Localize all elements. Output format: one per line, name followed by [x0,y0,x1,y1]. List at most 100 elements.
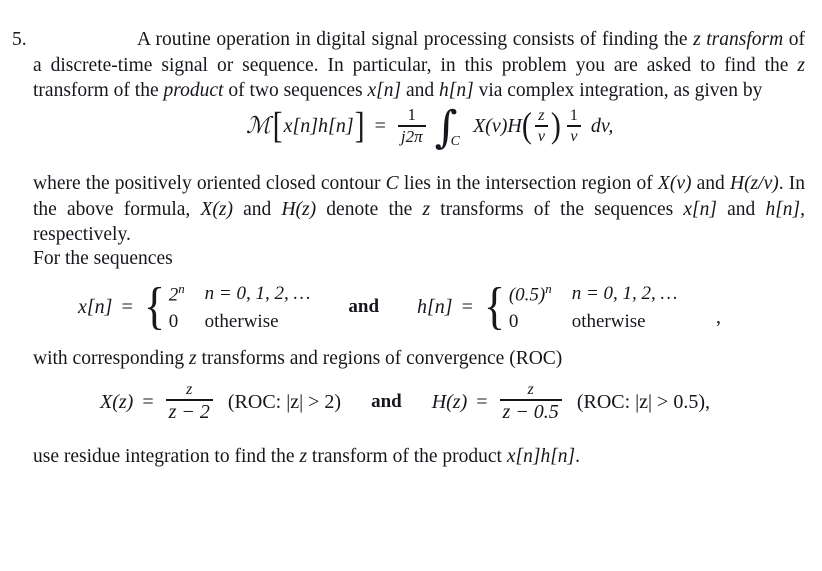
h-arg-denominator: v [537,127,545,145]
closing-part2: transform of the product [307,446,507,467]
intro-h-n: h[n] [439,80,474,101]
where-z: z [422,198,431,220]
intro-x-n: x[n] [367,80,402,101]
tail-fraction: 1 v [566,107,581,145]
contour-integral: ∫ C [435,106,467,150]
tail-numerator: 1 [569,107,578,125]
transform-expressions: X(z) = z z − 2 (ROC: |z| > 2) and H(z) =… [100,381,710,423]
where-H-of-z-over-v: H(z/v) [729,173,779,194]
intro-text-part3: transform of the [33,80,164,101]
coefficient-denominator: j2π [400,126,423,146]
X-denominator: z − 2 [168,400,210,423]
where-x-n: x[n] [683,198,717,220]
sequences-trailing-comma: , [716,306,721,328]
with-corresponding-label: with corresponding z transforms and regi… [33,346,593,372]
where-X-of-v: X(v) [657,173,692,194]
with-part1: with corresponding [33,348,189,369]
and-separator-sequences: and [348,296,380,318]
intro-text-part6: via complex integration, as given by [473,80,763,101]
h-argument-fraction: z v [534,107,548,145]
where-X-of-z: X(z) [200,198,233,220]
sequence-definitions: x[n] = { 2n n = 0, 1, 2, … 0 otherwise a… [78,281,677,333]
intro-text-part5: and [401,80,440,101]
for-sequences-label: For the sequences [33,248,173,269]
main-equation: ℳ [ x[n]h[n] ] = 1 j2π ∫ C X(v) H ( z v … [246,104,614,150]
x-case1-condition: n = 0, 1, 2, … [204,282,311,304]
x-case2-value: 0 [168,311,179,333]
intro-paragraph: A routine operation in digital signal pr… [33,27,805,104]
intro-text-part4: of two sequences [223,80,368,101]
X-of-z-label: X(z) [100,390,134,413]
intro-text-part1: A routine operation in digital signal pr… [137,29,694,50]
where-part3: and [691,173,730,194]
X-roc: (ROC: |z| > 2) [227,390,342,413]
intro-z-second: z [797,54,805,76]
x-case1-value: 2n [168,281,185,306]
script-z-operator: ℳ [246,113,271,140]
coefficient-numerator: 1 [407,105,417,124]
x-n-label: x[n] [78,295,113,318]
closing-z: z [299,446,308,467]
H-roc: (ROC: |z| > 0.5), [576,390,710,413]
h-n-cases: (0.5)n n = 0, 1, 2, … 0 otherwise [509,281,678,333]
where-part1: where the positively oriented closed con… [33,173,386,194]
coefficient-fraction: 1 j2π [397,105,426,146]
intro-z-italic: z [693,29,701,50]
h-case1-condition: n = 0, 1, 2, … [571,282,678,304]
where-part7: transforms of the sequences [430,198,684,220]
where-paragraph: where the positively oriented closed con… [33,171,805,248]
right-paren-big: ) [550,105,561,146]
intro-transform-italic: transform [706,29,784,50]
equals-sign: = [461,295,473,318]
equals-sign: = [142,390,154,413]
operand-xh: x[n]h[n] [283,114,354,137]
where-part8: and [716,198,766,220]
factor-X-of-v: X(v) [472,114,508,137]
contour-subscript: C [450,133,460,149]
h-case2-condition: otherwise [571,311,646,333]
closing-xh: x[n]h[n] [506,446,576,467]
right-bracket: ] [354,104,365,147]
H-denominator: z − 0.5 [502,400,559,423]
h-case1-value: (0.5)n [508,281,552,306]
closing-paragraph: use residue integration to find the z tr… [33,444,633,470]
left-bracket: [ [272,104,283,147]
X-numerator: z [186,381,193,398]
where-part6: denote the [316,198,423,220]
equals-sign: = [374,114,386,137]
where-contour-C: C [385,173,399,194]
tail-denominator: v [570,127,578,145]
document-page: 5. A routine operation in digital signal… [0,0,822,571]
x-n-piecewise: { 2n n = 0, 1, 2, … 0 otherwise [142,281,311,333]
with-z: z [188,348,197,369]
H-numerator: z [527,381,534,398]
with-part2: transforms and regions of convergence (R… [196,348,563,369]
factor-H: H [507,114,522,137]
problem-number: 5. [12,29,27,50]
h-arg-numerator: z [538,107,545,125]
differential-dv: dv, [590,114,614,137]
left-brace: { [483,278,505,336]
closing-part3: . [575,446,580,467]
where-h-n: h[n] [765,198,801,220]
x-case1-exponent: n [178,281,185,296]
equals-sign: = [476,390,488,413]
H-of-z-label: H(z) [431,390,468,413]
x-case2-condition: otherwise [204,311,279,333]
and-separator-transforms: and [371,391,402,413]
X-of-z-fraction: z z − 2 [165,381,213,423]
left-paren-big: ( [521,105,532,146]
where-part2: lies in the intersection region of [398,173,658,194]
left-brace: { [143,278,165,336]
h-n-piecewise: { (0.5)n n = 0, 1, 2, … 0 otherwise [482,281,678,333]
h-case2-value: 0 [508,311,519,333]
H-of-z-fraction: z z − 0.5 [499,381,562,423]
intro-product-italic: product [163,80,224,101]
where-part5: and [232,198,282,220]
closing-part1: use residue integration to find the [33,446,300,467]
h-n-label: h[n] [417,295,453,318]
x-n-cases: 2n n = 0, 1, 2, … 0 otherwise [169,281,311,333]
equals-sign: = [121,295,133,318]
where-H-of-z: H(z) [281,198,317,220]
h-case1-exponent: n [545,281,552,296]
